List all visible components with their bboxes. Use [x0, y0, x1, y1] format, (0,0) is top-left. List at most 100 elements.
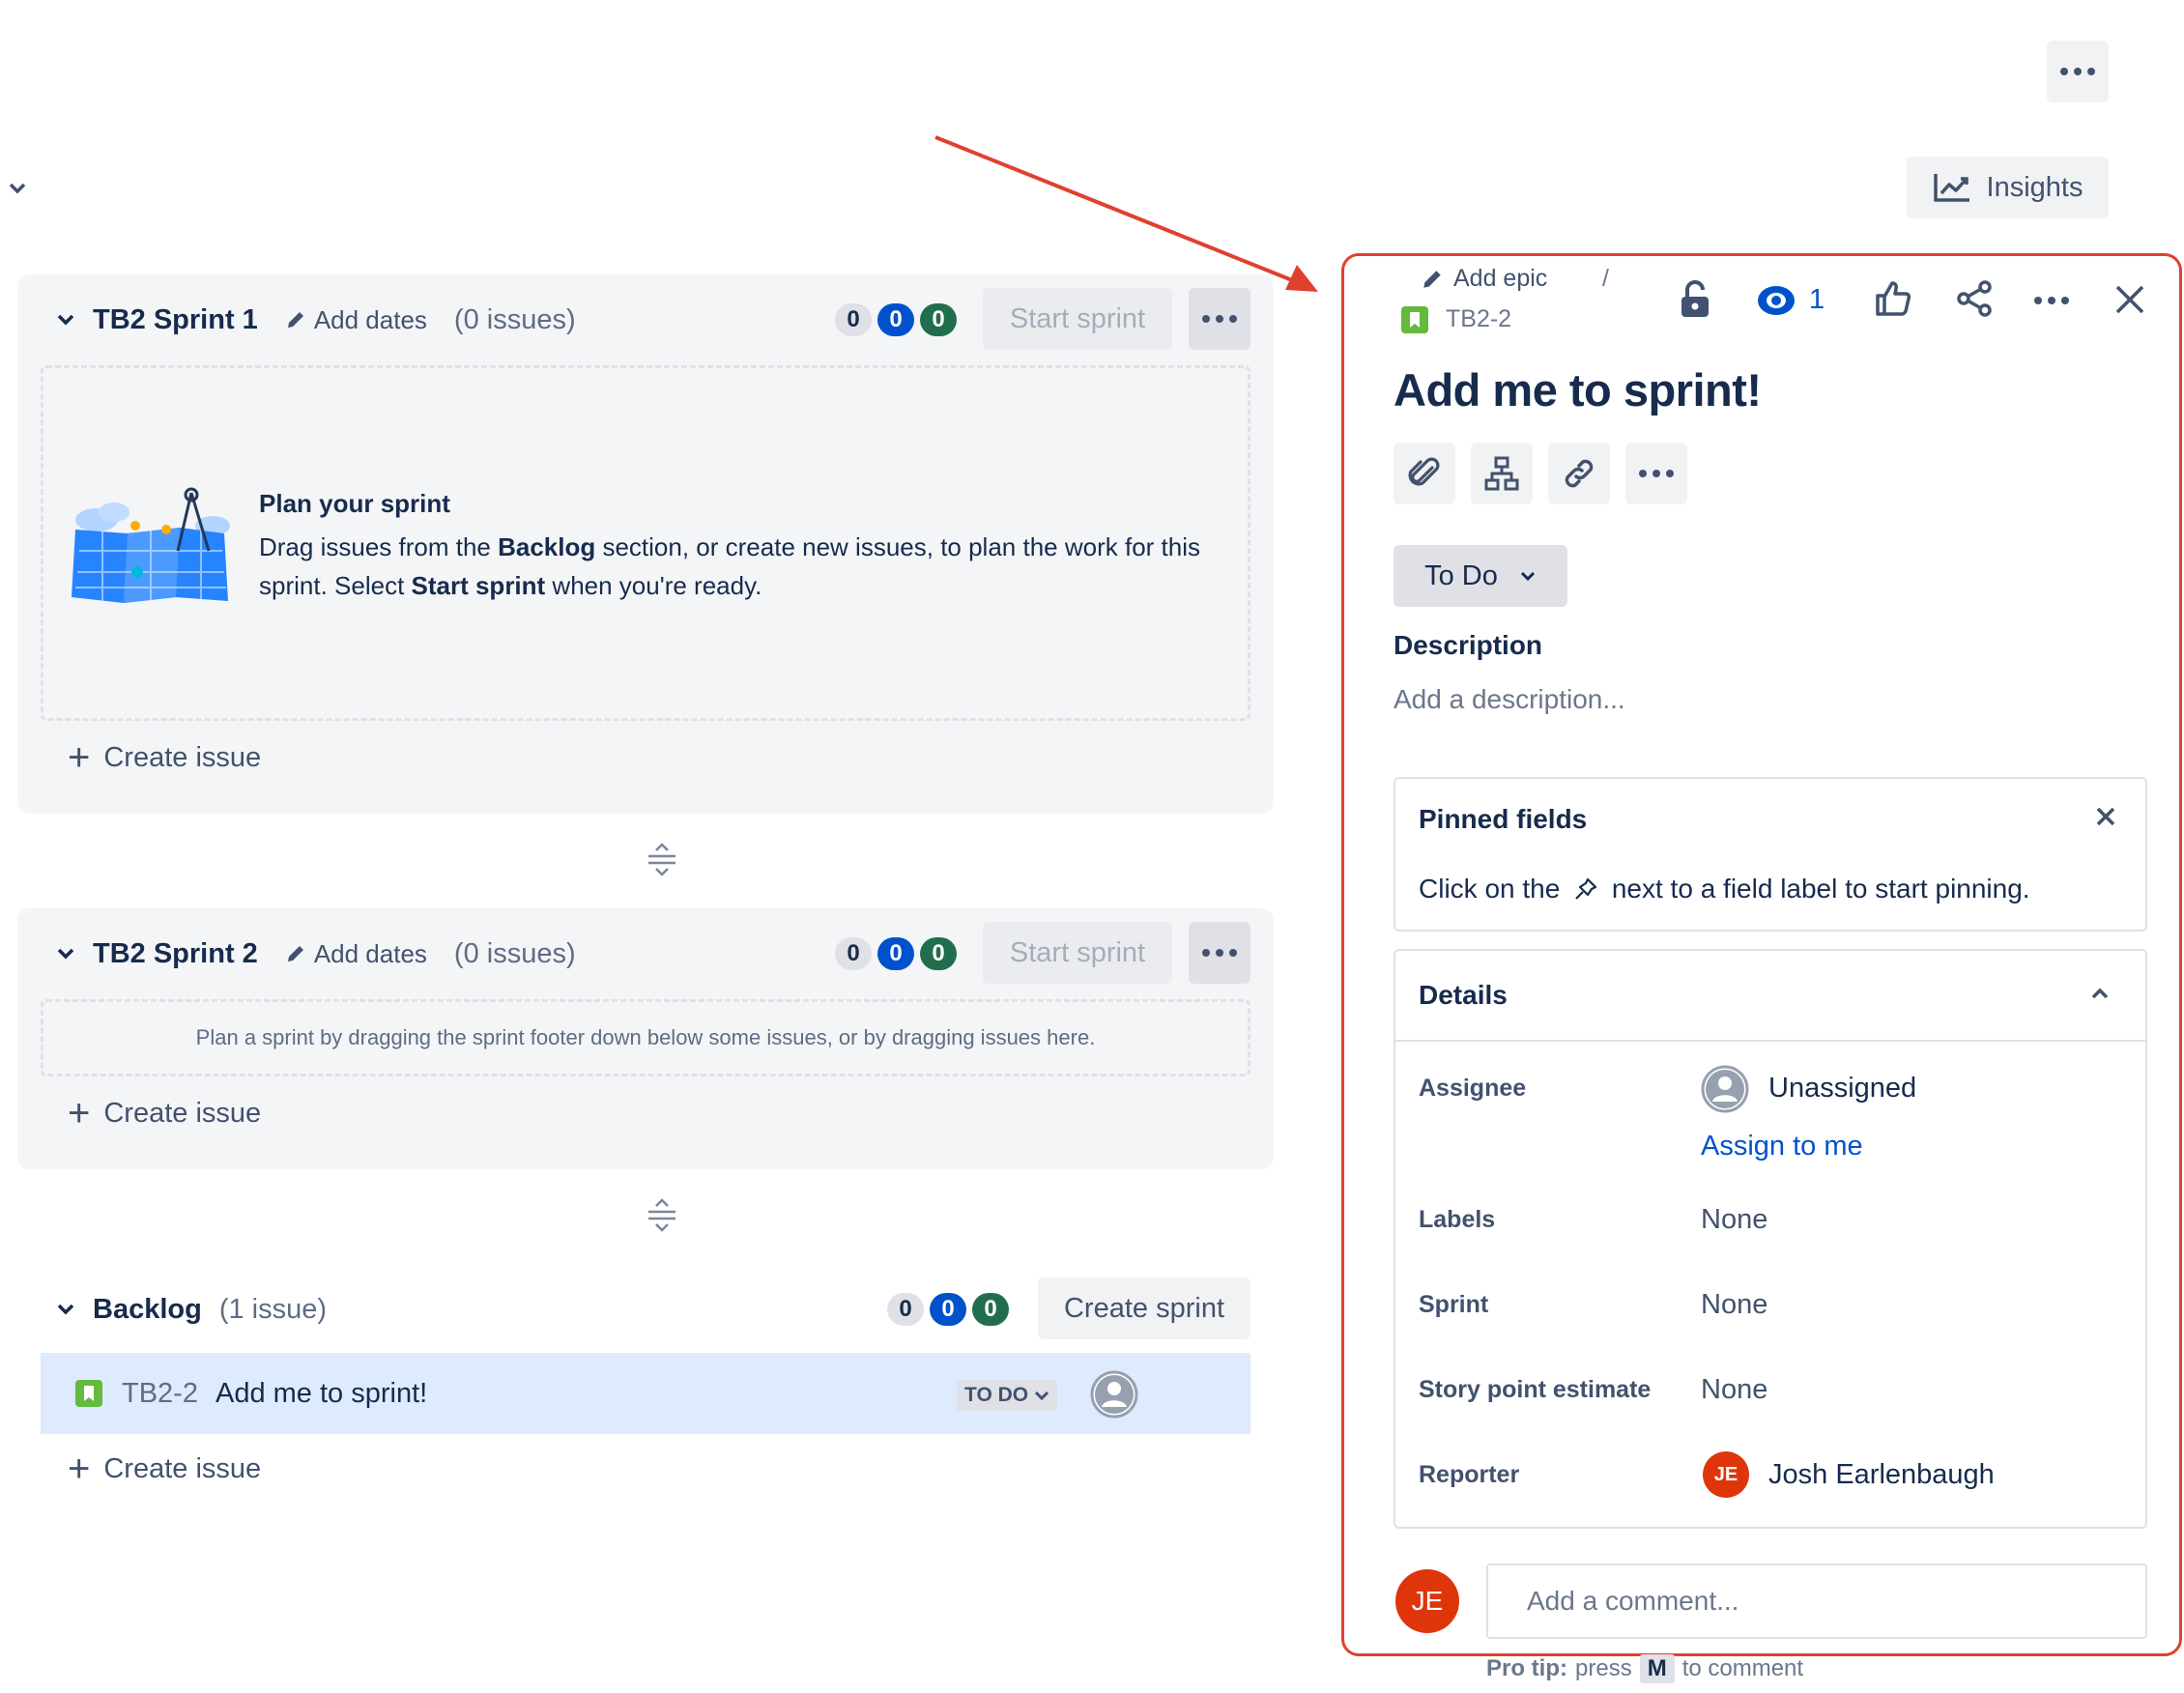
- story-icon: [1401, 305, 1428, 333]
- plus-icon: +: [68, 1092, 91, 1134]
- description-field[interactable]: Add a description...: [1394, 684, 1625, 715]
- details-title[interactable]: Details: [1419, 980, 1508, 1011]
- labels-label: Labels: [1419, 1206, 1496, 1233]
- assign-to-me-link[interactable]: Assign to me: [1701, 1131, 1863, 1162]
- chevron-down-icon: [1035, 1391, 1049, 1401]
- description-label: Description: [1394, 630, 1543, 660]
- unassigned-avatar-icon: [1701, 1065, 1749, 1113]
- add-dates-button[interactable]: Add dates: [285, 305, 427, 335]
- pinned-fields-hint: Click on the next to a field label to st…: [1419, 874, 2030, 904]
- create-issue-button[interactable]: + Create issue: [68, 1449, 261, 1488]
- sprint-more-button[interactable]: [1189, 288, 1250, 350]
- chevron-down-icon[interactable]: [8, 182, 27, 195]
- plan-text-part: section, or create new issues, to plan t…: [595, 532, 1200, 561]
- start-sprint-button[interactable]: Start sprint: [983, 288, 1172, 350]
- pinned-fields-title: Pinned fields: [1419, 804, 1588, 834]
- breadcrumb-separator: /: [1602, 265, 1609, 292]
- assignee-value[interactable]: Unassigned: [1768, 1073, 1916, 1105]
- child-issue-button[interactable]: [1471, 443, 1533, 504]
- chevron-down-icon: [1520, 571, 1535, 582]
- more-icon: [2060, 68, 2095, 75]
- issue-key-breadcrumb[interactable]: TB2-2: [1401, 305, 1511, 333]
- issue-status-label: TO DO: [964, 1384, 1029, 1406]
- reporter-label: Reporter: [1419, 1461, 1520, 1488]
- sprint-2-dropzone[interactable]: Plan a sprint by dragging the sprint foo…: [41, 999, 1250, 1076]
- drag-handle-icon[interactable]: [646, 843, 678, 877]
- watch-count: 1: [1809, 284, 1825, 315]
- issue-title[interactable]: Add me to sprint!: [1394, 363, 1762, 416]
- done-count: 0: [972, 1293, 1009, 1326]
- plus-icon: +: [68, 736, 91, 779]
- create-issue-button[interactable]: + Create issue: [68, 738, 261, 777]
- comment-input[interactable]: Add a comment...: [1486, 1564, 2147, 1639]
- pro-tip-label: Pro tip:: [1486, 1655, 1567, 1681]
- more-actions-button[interactable]: [2047, 41, 2109, 102]
- create-issue-label: Create issue: [103, 1452, 262, 1484]
- start-sprint-button[interactable]: Start sprint: [983, 922, 1172, 984]
- close-icon[interactable]: [2114, 284, 2145, 315]
- story-point-value[interactable]: None: [1701, 1374, 1767, 1406]
- reporter-avatar: JE: [1703, 1451, 1749, 1498]
- pinned-hint-part: next to a field label to start pinning.: [1604, 874, 2030, 904]
- pinned-hint-part: Click on the: [1419, 874, 1568, 904]
- plan-sprint-title: Plan your sprint: [259, 489, 450, 518]
- create-sprint-button[interactable]: Create sprint: [1038, 1277, 1250, 1339]
- add-dates-button[interactable]: Add dates: [285, 939, 427, 969]
- issue-status-dropdown[interactable]: TO DO: [957, 1380, 1058, 1411]
- sprint-value[interactable]: None: [1701, 1289, 1767, 1321]
- sprint-2-status-counts: 0 0 0: [835, 937, 957, 970]
- status-dropdown[interactable]: To Do: [1394, 545, 1567, 607]
- sprint-1-status-counts: 0 0 0: [835, 303, 957, 336]
- create-issue-button[interactable]: + Create issue: [68, 1094, 261, 1133]
- in-progress-count: 0: [877, 937, 914, 970]
- drag-handle-icon[interactable]: [646, 1198, 678, 1233]
- sprint-2-header: TB2 Sprint 2 Add dates (0 issues): [56, 930, 576, 978]
- attach-button[interactable]: [1394, 443, 1455, 504]
- eye-icon: [1758, 285, 1795, 315]
- unassigned-avatar-icon[interactable]: [1090, 1370, 1138, 1419]
- details-divider: [1395, 1040, 2145, 1042]
- backlog-name[interactable]: Backlog: [93, 1294, 202, 1326]
- backlog-issue-row[interactable]: TB2-2 Add me to sprint! TO DO: [41, 1353, 1250, 1434]
- more-icon[interactable]: [2033, 296, 2070, 305]
- add-epic-label: Add epic: [1453, 265, 1548, 292]
- issue-key[interactable]: TB2-2: [122, 1378, 198, 1410]
- more-actions-button[interactable]: [1625, 443, 1687, 504]
- more-icon: [1639, 470, 1674, 477]
- plus-icon: +: [68, 1448, 91, 1490]
- close-icon[interactable]: [2095, 806, 2116, 827]
- insights-label: Insights: [1986, 171, 2083, 203]
- add-dates-label: Add dates: [313, 938, 427, 968]
- issue-key-label: TB2-2: [1446, 305, 1512, 332]
- chevron-down-icon[interactable]: [56, 1303, 75, 1316]
- in-progress-count: 0: [930, 1293, 966, 1326]
- add-dates-label: Add dates: [313, 304, 427, 334]
- chevron-down-icon[interactable]: [56, 947, 75, 961]
- watch-button[interactable]: 1: [1757, 284, 1825, 316]
- paperclip-icon: [1408, 457, 1440, 486]
- chevron-down-icon[interactable]: [56, 313, 75, 327]
- sprint-2-name[interactable]: TB2 Sprint 2: [93, 938, 258, 970]
- link-issue-button[interactable]: [1548, 443, 1610, 504]
- labels-value[interactable]: None: [1701, 1204, 1767, 1236]
- create-issue-label: Create issue: [103, 741, 262, 773]
- share-icon[interactable]: [1956, 280, 1993, 317]
- details-box: [1394, 949, 2147, 1529]
- create-issue-label: Create issue: [103, 1097, 262, 1129]
- add-epic-button[interactable]: Add epic: [1421, 265, 1547, 293]
- reporter-value[interactable]: Josh Earlenbaugh: [1768, 1459, 1995, 1491]
- backlog-status-counts: 0 0 0: [887, 1293, 1009, 1326]
- sprint-1-name[interactable]: TB2 Sprint 1: [93, 304, 258, 336]
- sprint-label: Sprint: [1419, 1291, 1489, 1318]
- chevron-up-icon[interactable]: [2089, 986, 2111, 1001]
- lock-icon[interactable]: [1680, 280, 1710, 319]
- issue-summary[interactable]: Add me to sprint!: [216, 1378, 427, 1410]
- pencil-icon: [287, 312, 303, 328]
- story-icon: [75, 1380, 102, 1407]
- more-icon: [1202, 949, 1237, 957]
- pin-icon: [1575, 877, 1597, 900]
- insights-button[interactable]: Insights: [1907, 157, 2109, 218]
- thumbs-up-icon[interactable]: [1875, 280, 1911, 317]
- sprint-more-button[interactable]: [1189, 922, 1250, 984]
- done-count: 0: [920, 937, 957, 970]
